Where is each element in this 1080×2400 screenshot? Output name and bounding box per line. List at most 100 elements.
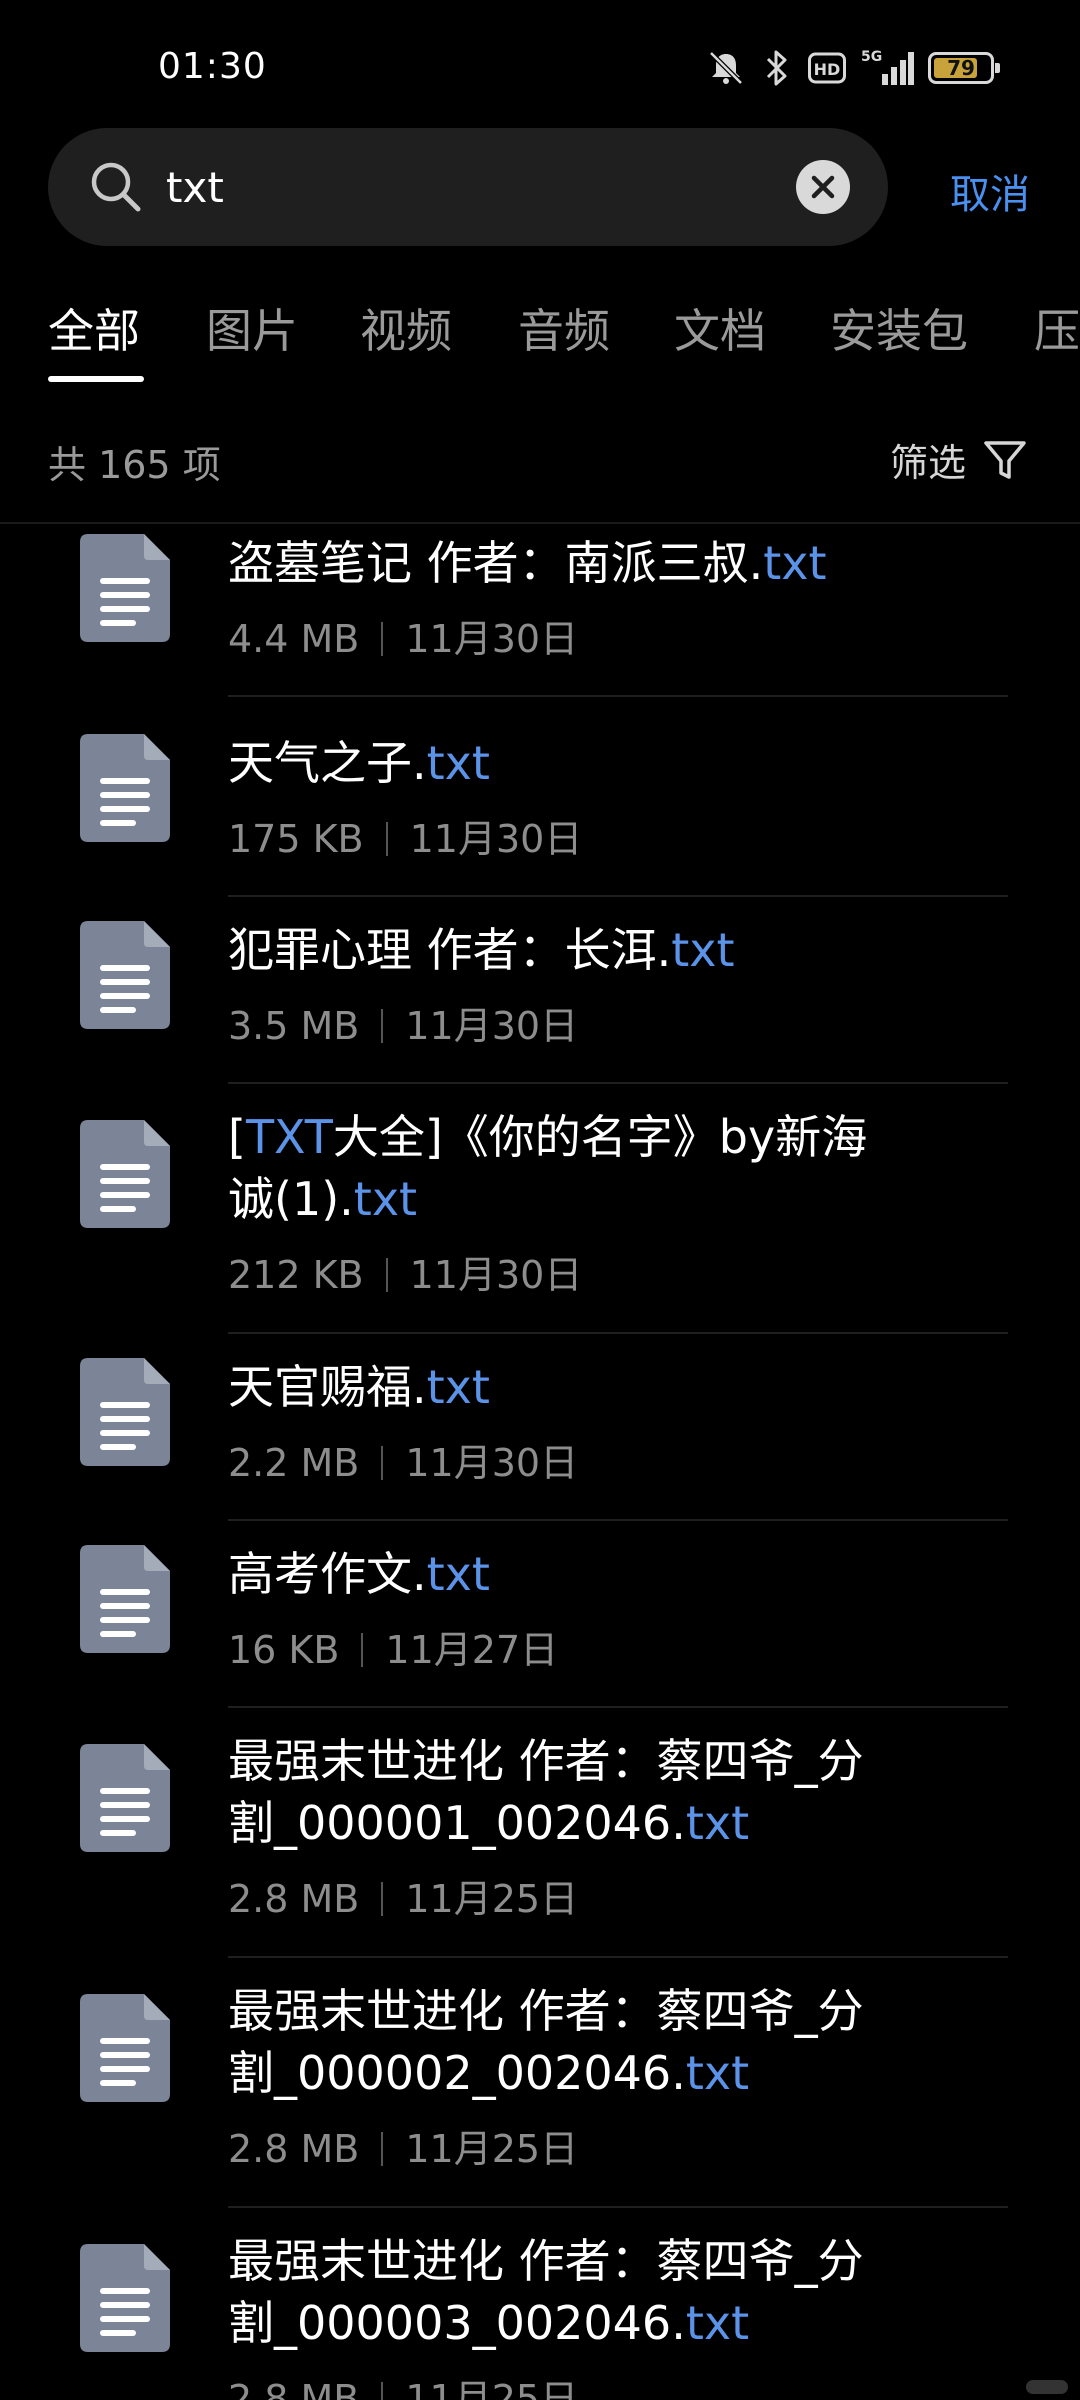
file-meta: 175 KB 11月30日	[228, 808, 582, 863]
file-list-item[interactable]: 天气之子.txt 175 KB 11月30日	[0, 710, 1080, 897]
file-name: 天气之子.txt	[228, 732, 908, 794]
file-meta: 3.5 MB 11月30日	[228, 995, 578, 1050]
match-highlight: txt	[426, 1547, 490, 1601]
match-highlight: txt	[353, 1172, 418, 1226]
file-name: 最强末世进化 作者：蔡四爷_分割_000002_002046.txt	[228, 1980, 908, 2104]
network-label: 5G	[861, 49, 882, 65]
file-list-item[interactable]: 天官赐福.txt 2.2 MB 11月30日	[0, 1334, 1080, 1521]
file-name-text: 最强末世进化 作者：蔡四爷_分割_000002_002046.	[228, 1984, 864, 2100]
category-tabs: 全部 图片 视频 音频 文档 安装包 压	[48, 295, 1080, 385]
tab-apks[interactable]: 安装包	[830, 295, 968, 361]
search-input[interactable]	[166, 154, 826, 220]
tab-videos[interactable]: 视频	[360, 295, 452, 361]
hd-icon: HD	[808, 52, 846, 84]
text-file-icon	[80, 1545, 170, 1653]
status-icons: HD 5G 79	[706, 44, 1000, 92]
active-tab-indicator	[48, 376, 144, 382]
tab-audio[interactable]: 音频	[518, 295, 610, 361]
file-list-item[interactable]: 最强末世进化 作者：蔡四爷_分割_000002_002046.txt 2.8 MB…	[0, 1958, 1080, 2208]
file-size: 16 KB	[228, 1628, 340, 1672]
text-file-icon	[80, 1358, 170, 1466]
match-highlight: txt	[426, 736, 490, 790]
file-name-text: 天官赐福.	[228, 1360, 427, 1414]
file-meta: 212 KB 11月30日	[228, 1244, 582, 1299]
filter-icon	[984, 440, 1026, 479]
file-date: 11月27日	[385, 1628, 559, 1672]
battery-icon: 79	[928, 52, 1000, 84]
file-size: 2.8 MB	[228, 2377, 360, 2400]
meta-separator	[385, 822, 388, 856]
file-name-text: 犯罪心理 作者：长洱.	[228, 923, 672, 977]
hd-label: HD	[814, 60, 841, 79]
status-bar: 01:30 HD 5G 79	[0, 0, 1080, 120]
meta-separator	[381, 1446, 384, 1480]
bluetooth-icon	[766, 50, 787, 86]
search-icon	[91, 162, 141, 212]
result-count: 共 165 项	[48, 443, 221, 487]
file-date: 11月25日	[405, 2377, 579, 2400]
text-file-icon	[80, 2244, 170, 2352]
file-meta: 2.8 MB 11月25日	[228, 1868, 578, 1923]
file-size: 4.4 MB	[228, 617, 360, 661]
status-time: 01:30	[158, 46, 267, 87]
text-file-icon	[80, 534, 170, 642]
file-name: 天官赐福.txt	[228, 1356, 908, 1418]
file-meta: 4.4 MB 11月30日	[228, 608, 578, 663]
file-size: 212 KB	[228, 1253, 364, 1297]
file-search-screen: 01:30 HD 5G 79 txt 取消 全部 图片 视频 音频 文档 安装包…	[0, 0, 1080, 2400]
file-date: 11月30日	[409, 817, 583, 861]
file-meta: 2.8 MB 11月25日	[228, 2118, 578, 2173]
file-name-text: 最强末世进化 作者：蔡四爷_分割_000001_002046.	[228, 1734, 864, 1850]
meta-separator	[381, 1009, 384, 1043]
file-date: 11月25日	[405, 2127, 579, 2171]
file-list-item[interactable]: 盗墓笔记 作者：南派三叔.txt 4.4 MB 11月30日	[0, 524, 1080, 697]
match-highlight: txt	[426, 1360, 490, 1414]
file-date: 11月30日	[409, 1253, 583, 1297]
match-highlight: txt	[763, 536, 827, 590]
file-name-text: 盗墓笔记 作者：南派三叔.	[228, 536, 764, 590]
file-list-item[interactable]: [TXT大全]《你的名字》by新海诚(1).txt 212 KB 11月30日	[0, 1084, 1080, 1334]
file-list-item[interactable]: 高考作文.txt 16 KB 11月27日	[0, 1521, 1080, 1708]
mute-icon	[709, 51, 743, 85]
file-date: 11月25日	[405, 1877, 579, 1921]
text-file-icon	[80, 921, 170, 1029]
text-file-icon	[80, 1994, 170, 2102]
file-name-text: 天气之子.	[228, 736, 427, 790]
meta-separator	[381, 1882, 384, 1916]
file-list-item[interactable]: 犯罪心理 作者：长洱.txt 3.5 MB 11月30日	[0, 897, 1080, 1084]
file-meta: 16 KB 11月27日	[228, 1619, 558, 1674]
meta-separator	[381, 2132, 384, 2166]
signal-icon: 5G	[861, 49, 914, 85]
cancel-button[interactable]: 取消	[950, 162, 1030, 220]
tab-all[interactable]: 全部	[48, 295, 140, 361]
meta-separator	[381, 622, 384, 656]
file-name: 盗墓笔记 作者：南派三叔.txt	[228, 532, 908, 594]
clear-search-button[interactable]	[796, 160, 850, 214]
file-size: 3.5 MB	[228, 1004, 360, 1048]
tab-archives[interactable]: 压	[1034, 295, 1080, 361]
file-name: 最强末世进化 作者：蔡四爷_分割_000001_002046.txt	[228, 1730, 908, 1854]
close-icon	[811, 175, 835, 199]
tab-documents[interactable]: 文档	[674, 295, 766, 361]
file-meta: 2.2 MB 11月30日	[228, 1432, 578, 1487]
file-name: 高考作文.txt	[228, 1543, 908, 1605]
file-list-item[interactable]: 最强末世进化 作者：蔡四爷_分割_000001_002046.txt 2.8 MB…	[0, 1708, 1080, 1958]
file-date: 11月30日	[405, 617, 579, 661]
meta-separator	[361, 1633, 364, 1667]
file-size: 175 KB	[228, 817, 364, 861]
meta-separator	[385, 1258, 388, 1292]
file-name: [TXT大全]《你的名字》by新海诚(1).txt	[228, 1106, 908, 1230]
filter-label: 筛选	[889, 441, 966, 485]
tab-images[interactable]: 图片	[206, 295, 298, 361]
file-size: 2.2 MB	[228, 1441, 360, 1485]
match-highlight: txt	[671, 923, 735, 977]
filter-button[interactable]: 筛选	[890, 432, 1028, 487]
search-bar[interactable]	[48, 128, 888, 246]
file-date: 11月30日	[405, 1441, 579, 1485]
match-highlight: txt	[685, 2046, 750, 2100]
file-list: 盗墓笔记 作者：南派三叔.txt 4.4 MB 11月30日 天气之子.txt 175 …	[0, 524, 1080, 2400]
file-list-item[interactable]: 最强末世进化 作者：蔡四爷_分割_000003_002046.txt 2.8 MB…	[0, 2208, 1080, 2400]
text-file-icon	[80, 1120, 170, 1228]
battery-level: 79	[947, 56, 975, 80]
file-name: 最强末世进化 作者：蔡四爷_分割_000003_002046.txt	[228, 2230, 908, 2354]
